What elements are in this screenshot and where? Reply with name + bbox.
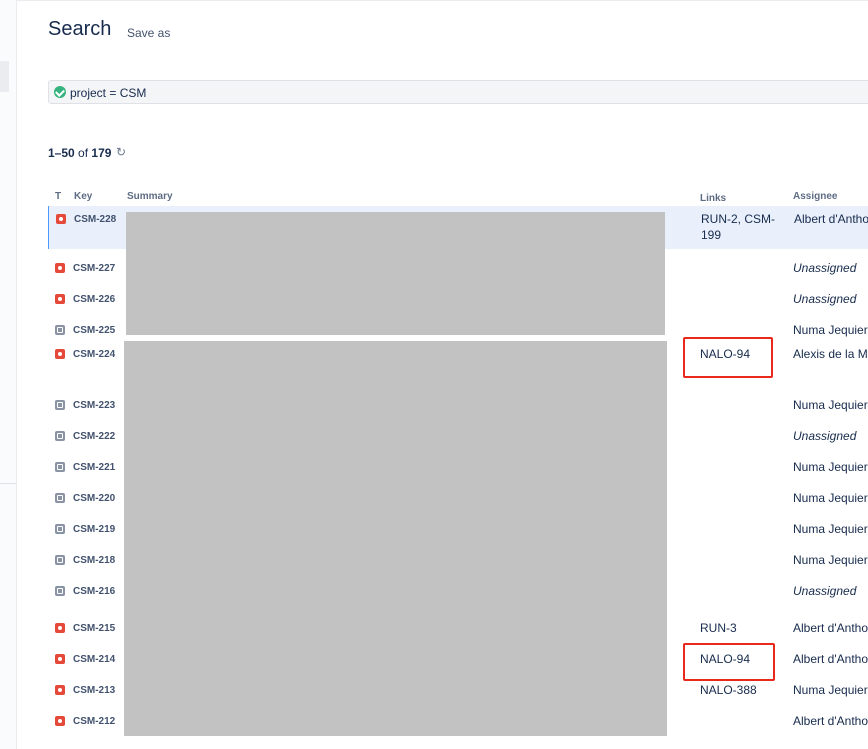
redacted-summary-block <box>126 212 665 335</box>
valid-check-icon <box>54 86 66 98</box>
issue-assignee: Unassigned <box>793 261 857 275</box>
column-header-assignee[interactable]: Assignee <box>793 191 837 202</box>
sidebar-selected-marker <box>0 61 9 92</box>
bug-type-icon <box>55 263 65 273</box>
issue-assignee: Numa Jequier <box>793 460 868 474</box>
issue-assignee: Numa Jequier <box>793 398 868 412</box>
issue-key-link[interactable]: CSM-225 <box>73 325 115 336</box>
column-header-type[interactable]: T <box>55 191 61 202</box>
bug-type-icon <box>55 623 65 633</box>
sidebar-edge <box>0 0 17 749</box>
issue-key-link[interactable]: CSM-222 <box>73 431 115 442</box>
issue-key-link[interactable]: CSM-215 <box>73 623 115 634</box>
issue-assignee: Numa Jequier <box>793 522 868 536</box>
task-type-icon <box>55 493 65 503</box>
jql-query-text: project = CSM <box>70 86 147 100</box>
column-header-links[interactable]: Links <box>700 193 726 204</box>
column-header-key[interactable]: Key <box>74 191 92 202</box>
issue-links[interactable]: NALO-388 <box>700 682 780 698</box>
result-of: of <box>78 146 89 160</box>
issue-key-link[interactable]: CSM-212 <box>73 716 115 727</box>
task-type-icon <box>55 400 65 410</box>
issue-key-link[interactable]: CSM-219 <box>73 524 115 535</box>
bug-type-icon <box>55 685 65 695</box>
issue-assignee: Albert d'Antho <box>793 621 868 635</box>
bug-type-icon <box>55 349 65 359</box>
refresh-icon[interactable]: ↻ <box>116 145 126 159</box>
issue-key-link[interactable]: CSM-214 <box>73 654 115 665</box>
issue-assignee: Alexis de la Mo <box>793 347 868 361</box>
task-type-icon <box>55 431 65 441</box>
result-total: 179 <box>91 146 112 160</box>
task-type-icon <box>55 524 65 534</box>
sidebar-divider <box>0 483 16 484</box>
issue-links[interactable]: RUN-2, CSM-199 <box>701 211 781 243</box>
issue-assignee: Unassigned <box>793 429 857 443</box>
column-header-summary[interactable]: Summary <box>127 191 173 202</box>
top-divider <box>16 0 868 1</box>
task-type-icon <box>55 586 65 596</box>
issue-key-link[interactable]: CSM-228 <box>74 214 116 225</box>
issue-assignee: Albert d'Antho <box>794 212 868 226</box>
bug-type-icon <box>55 654 65 664</box>
issue-key-link[interactable]: CSM-221 <box>73 462 115 473</box>
issue-assignee: Numa Jequier <box>793 683 868 697</box>
issue-assignee: Numa Jequier <box>793 553 868 567</box>
issue-key-link[interactable]: CSM-226 <box>73 294 115 305</box>
issue-assignee: Unassigned <box>793 584 857 598</box>
issue-assignee: Numa Jequier <box>793 491 868 505</box>
bug-type-icon <box>55 716 65 726</box>
issue-assignee: Albert d'Antho <box>793 714 868 728</box>
save-as-button[interactable]: Save as <box>127 26 170 40</box>
task-type-icon <box>55 462 65 472</box>
redacted-summary-block <box>124 341 667 736</box>
issue-key-link[interactable]: CSM-223 <box>73 400 115 411</box>
issue-key-link[interactable]: CSM-227 <box>73 263 115 274</box>
highlight-box <box>683 643 775 681</box>
task-type-icon <box>55 325 65 335</box>
bug-type-icon <box>55 294 65 304</box>
result-range: 1–50 <box>48 146 75 160</box>
task-type-icon <box>55 555 65 565</box>
jql-search-input[interactable]: project = CSM <box>48 80 868 104</box>
bug-type-icon <box>56 214 66 224</box>
issue-assignee: Albert d'Antho <box>793 652 868 666</box>
issue-links[interactable]: RUN-3 <box>700 620 780 636</box>
issue-key-link[interactable]: CSM-220 <box>73 493 115 504</box>
issue-key-link[interactable]: CSM-213 <box>73 685 115 696</box>
issue-key-link[interactable]: CSM-216 <box>73 586 115 597</box>
issue-assignee: Unassigned <box>793 292 857 306</box>
issue-key-link[interactable]: CSM-224 <box>73 349 115 360</box>
page-title: Search <box>48 18 112 40</box>
highlight-box <box>683 337 773 378</box>
issue-assignee: Numa Jequier <box>793 323 868 337</box>
result-count: 1–50 of 179 <box>48 146 111 160</box>
issue-key-link[interactable]: CSM-218 <box>73 555 115 566</box>
